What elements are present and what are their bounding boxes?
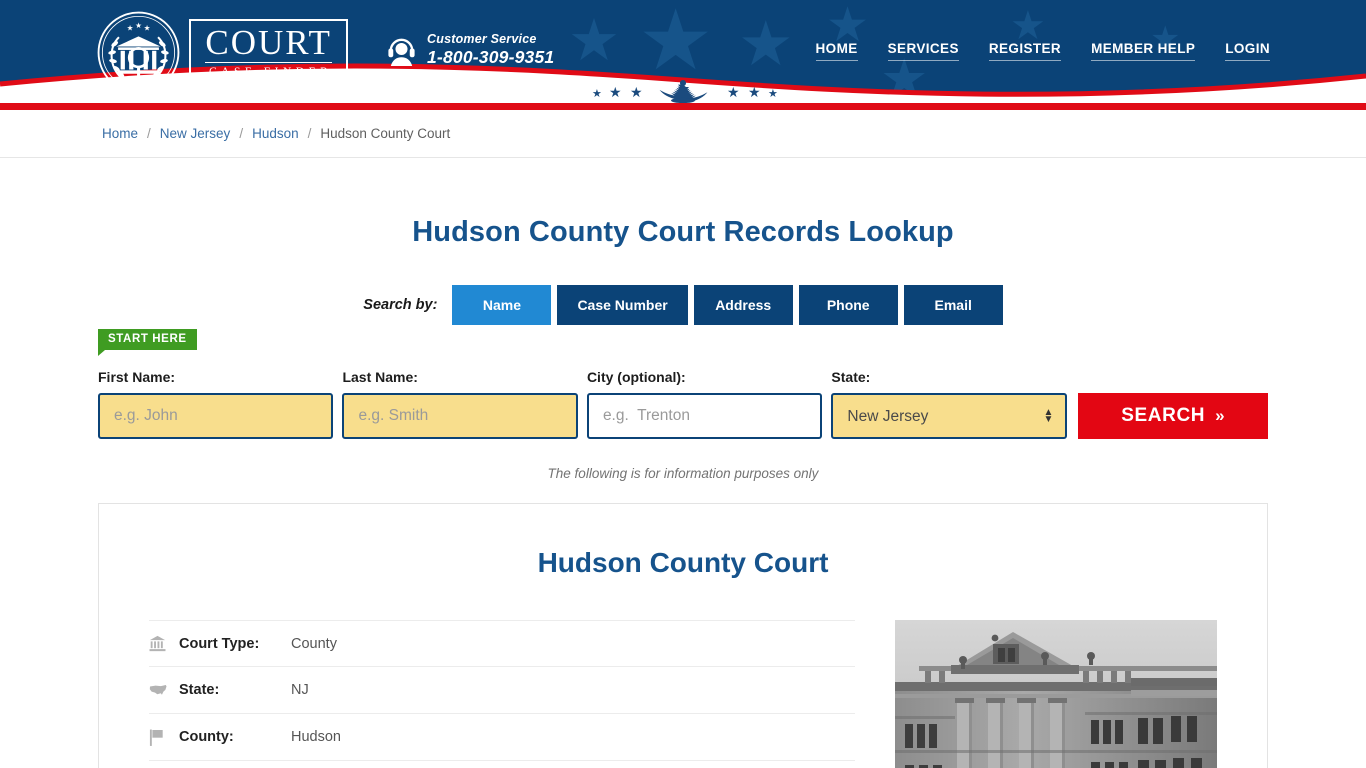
- detail-label: Court Type:: [179, 635, 260, 652]
- table-row: County: Hudson: [149, 714, 855, 761]
- breadcrumb: Home / New Jersey / Hudson / Hudson Coun…: [102, 126, 450, 141]
- state-label: State:: [831, 369, 871, 385]
- bank-icon: [149, 635, 179, 652]
- breadcrumb-item-new-jersey[interactable]: New Jersey: [160, 126, 231, 141]
- last-name-label: Last Name:: [342, 369, 418, 385]
- detail-label: State:: [179, 682, 220, 698]
- tab-email[interactable]: Email: [903, 285, 1003, 325]
- search-form: START HERE First Name: Last Name: City (…: [98, 325, 1268, 439]
- first-name-label: First Name:: [98, 369, 176, 385]
- search-button[interactable]: SEARCH »: [1078, 393, 1268, 439]
- nav-item-home[interactable]: HOME: [815, 41, 858, 61]
- state-select-wrapper: New Jersey ▲ ▼: [831, 393, 1068, 439]
- detail-value: Hudson: [291, 729, 341, 745]
- headset-support-icon: [388, 39, 415, 67]
- search-button-label: SEARCH: [1121, 405, 1206, 426]
- court-card-title: Hudson County Court: [537, 547, 829, 578]
- tab-phone[interactable]: Phone: [798, 285, 898, 325]
- courthouse-photo-graphic: [895, 620, 1217, 768]
- state-field-group: State: New Jersey ▲ ▼: [831, 369, 1068, 439]
- detail-value: County: [291, 635, 337, 652]
- flag-icon: [149, 729, 179, 746]
- city-input[interactable]: [586, 393, 823, 439]
- breadcrumb-separator: /: [147, 126, 151, 141]
- last-name-input[interactable]: [342, 393, 578, 439]
- customer-service-phone[interactable]: 1-800-309-9351: [427, 47, 554, 69]
- double-chevron-right-icon: »: [1215, 406, 1226, 425]
- table-row: State: NJ: [149, 667, 855, 714]
- state-select[interactable]: New Jersey: [831, 393, 1068, 439]
- search-by-tabs: Search by: Name Case Number Address Phon…: [0, 285, 1366, 325]
- court-detail-list: Court Type: County State: NJ County: Hud…: [149, 620, 855, 768]
- page-title: Hudson County Court Records Lookup: [412, 216, 954, 248]
- logo-main-text: COURT: [205, 23, 333, 63]
- nav-item-services[interactable]: SERVICES: [887, 41, 959, 61]
- tab-case-number[interactable]: Case Number: [557, 285, 688, 325]
- svg-text:★: ★: [127, 23, 134, 32]
- start-here-badge: START HERE: [98, 329, 197, 356]
- logo-wordmark: COURT CASE FINDER: [189, 19, 349, 86]
- info-note: The following is for information purpose…: [547, 466, 819, 481]
- breadcrumb-item-current: Hudson County Court: [320, 126, 451, 141]
- first-name-input[interactable]: [98, 393, 334, 439]
- detail-value: NJ: [291, 682, 309, 698]
- breadcrumb-bar: Home / New Jersey / Hudson / Hudson Coun…: [0, 110, 1366, 158]
- courthouse-magnifier-wreath-emblem: ★ ★ ★: [97, 11, 180, 94]
- tab-address[interactable]: Address: [693, 285, 793, 325]
- logo-sub-text: CASE FINDER: [209, 66, 333, 78]
- breadcrumb-separator: /: [239, 126, 244, 141]
- table-row: Court Type: County: [149, 620, 855, 667]
- last-name-field-group: Last Name:: [342, 369, 578, 439]
- detail-label: County:: [179, 729, 234, 745]
- svg-text:★: ★: [144, 23, 151, 32]
- nav-item-member-help[interactable]: MEMBER HELP: [1091, 41, 1196, 61]
- breadcrumb-item-home[interactable]: Home: [102, 126, 138, 141]
- nav-item-register[interactable]: REGISTER: [988, 41, 1062, 61]
- courthouse-photo: [895, 620, 1217, 768]
- first-name-field-group: First Name:: [98, 369, 334, 439]
- site-logo[interactable]: ★ ★ ★ COURT CASE FINDER: [96, 10, 349, 95]
- nav-item-login[interactable]: LOGIN: [1225, 41, 1270, 61]
- main-navigation: HOME SERVICES REGISTER MEMBER HELP LOGIN: [815, 41, 1270, 61]
- us-map-icon: [149, 683, 179, 698]
- breadcrumb-item-hudson[interactable]: Hudson: [252, 126, 299, 141]
- header-red-bar: [0, 103, 1366, 110]
- city-label: City (optional):: [586, 369, 686, 385]
- court-info-card: Hudson County Court Court Type: County S…: [98, 503, 1268, 768]
- customer-service-block[interactable]: Customer Service 1-800-309-9351: [385, 32, 554, 69]
- breadcrumb-separator: /: [307, 126, 312, 141]
- svg-text:★: ★: [135, 21, 142, 30]
- site-header: ★ ★ ★ ★ ★ ★ ★ ★ ★ ★ COURT CASE FINDER Cu…: [0, 0, 1366, 103]
- city-field-group: City (optional):: [586, 369, 823, 439]
- tab-name[interactable]: Name: [452, 285, 552, 325]
- search-by-label: Search by:: [363, 297, 438, 313]
- customer-service-label: Customer Service: [427, 32, 537, 46]
